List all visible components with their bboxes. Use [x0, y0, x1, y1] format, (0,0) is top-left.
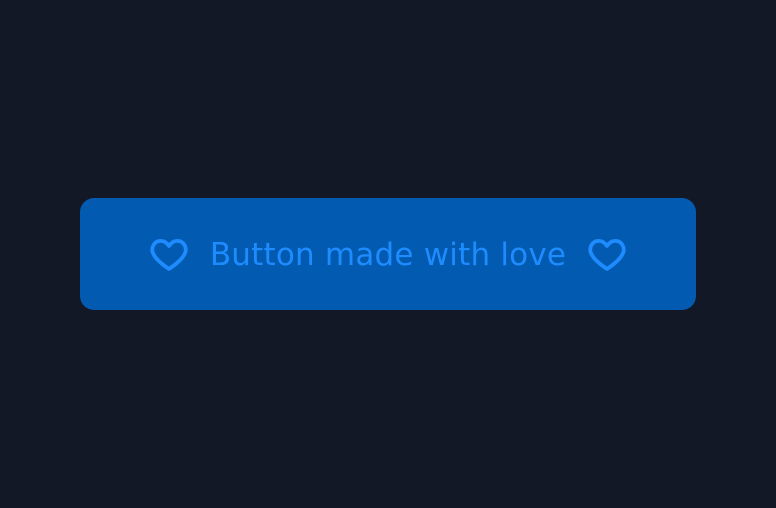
- heart-icon: [148, 233, 190, 275]
- heart-icon: [586, 233, 628, 275]
- button-label: Button made with love: [209, 236, 567, 273]
- love-button[interactable]: Button made with love: [80, 198, 696, 310]
